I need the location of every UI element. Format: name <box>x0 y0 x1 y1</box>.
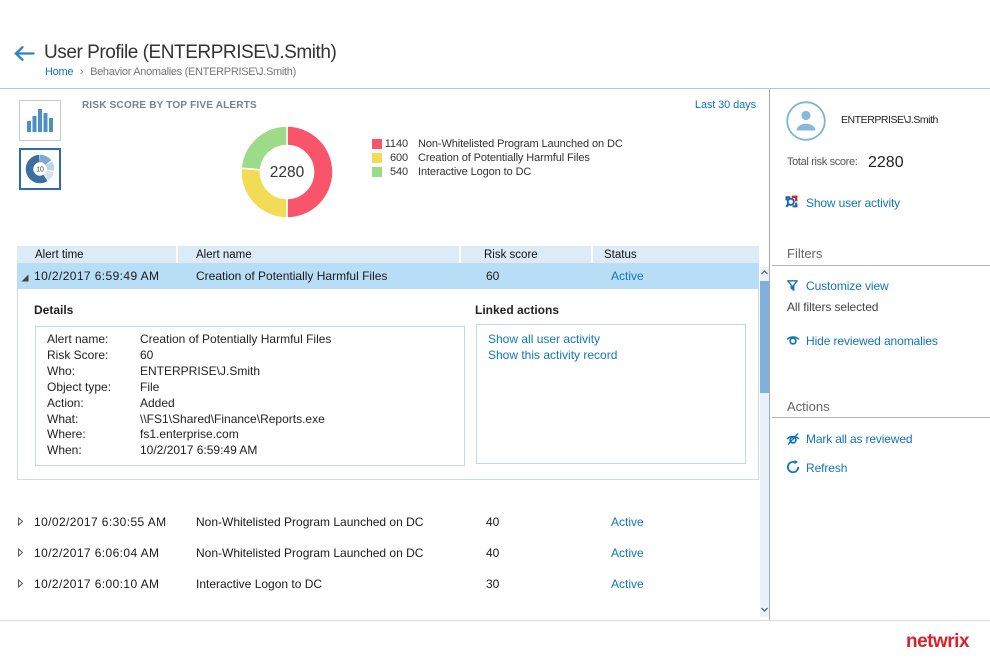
svg-text:10: 10 <box>36 167 44 174</box>
